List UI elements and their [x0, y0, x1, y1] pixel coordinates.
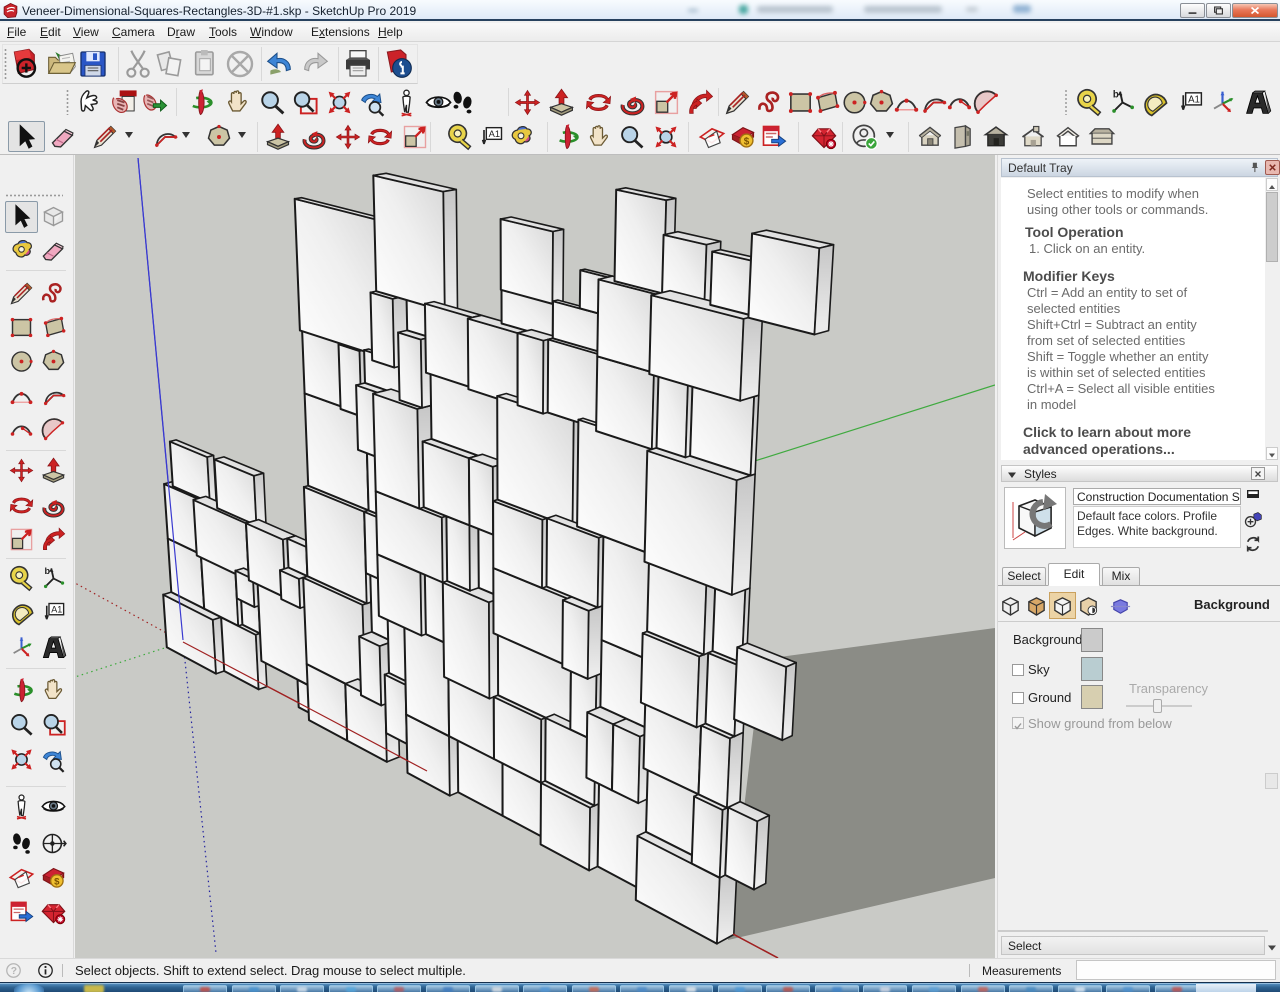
svg-text:b: b [45, 566, 51, 576]
svg-text:A1: A1 [1188, 95, 1200, 106]
svg-text:A1: A1 [489, 129, 500, 139]
svg-text:b: b [1113, 90, 1119, 101]
svg-text:?: ? [11, 966, 17, 977]
svg-text:$: $ [744, 136, 750, 147]
svg-text:A1: A1 [51, 605, 62, 615]
svg-text:$: $ [54, 877, 60, 888]
